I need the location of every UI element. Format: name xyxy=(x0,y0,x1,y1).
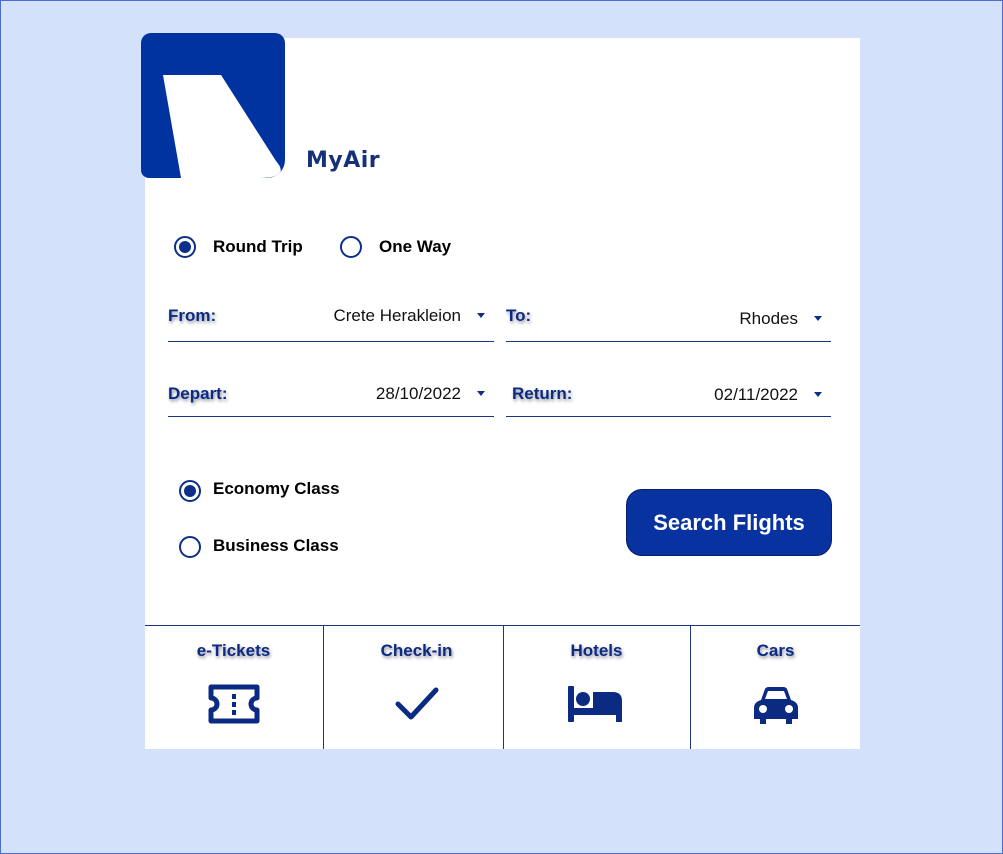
round-trip-radio[interactable]: Round Trip xyxy=(174,236,303,258)
airline-logo xyxy=(141,33,285,178)
dropdown-arrow-icon xyxy=(814,316,822,321)
checkmark-icon xyxy=(395,687,438,720)
tab-label: e-Tickets xyxy=(196,641,271,660)
tab-label: Hotels xyxy=(570,641,623,660)
tab-label: Check-in xyxy=(380,641,453,660)
tab-e-tickets[interactable]: e-Tickets xyxy=(145,626,323,749)
round-trip-label: Round Trip xyxy=(213,237,303,256)
bottom-nav: e-Tickets Check-in Hotels Cars xyxy=(145,625,860,749)
tab-label: Cars xyxy=(756,641,795,660)
tab-hotels[interactable]: Hotels xyxy=(503,626,690,749)
tab-check-in[interactable]: Check-in xyxy=(323,626,503,749)
bed-icon xyxy=(568,686,622,722)
return-date-select[interactable]: Return: 02/11/2022 xyxy=(506,373,831,417)
from-label: From: xyxy=(168,306,217,325)
car-icon xyxy=(753,687,798,724)
depart-date-select[interactable]: Depart: 28/10/2022 xyxy=(168,373,494,417)
tab-cars[interactable]: Cars xyxy=(690,626,860,749)
dropdown-arrow-icon xyxy=(477,313,485,318)
depart-value: 28/10/2022 xyxy=(375,384,461,403)
dropdown-arrow-icon xyxy=(814,392,822,397)
return-value: 02/11/2022 xyxy=(714,385,798,404)
dropdown-arrow-icon xyxy=(477,391,485,396)
to-select[interactable]: To: Rhodes xyxy=(506,298,831,342)
from-select[interactable]: From: Crete Herakleion xyxy=(168,298,494,342)
radio-selected-icon xyxy=(174,236,196,258)
business-class-radio[interactable]: Business Class xyxy=(179,536,339,558)
to-value: Rhodes xyxy=(739,309,798,328)
ticket-icon xyxy=(208,684,260,724)
radio-unselected-icon xyxy=(179,536,201,558)
radio-unselected-icon xyxy=(340,236,362,258)
one-way-radio[interactable]: One Way xyxy=(340,236,451,258)
depart-label: Depart: xyxy=(168,384,228,403)
economy-class-radio[interactable]: Economy Class xyxy=(179,479,340,502)
to-label: To: xyxy=(506,306,532,325)
business-class-label: Business Class xyxy=(213,536,339,555)
one-way-label: One Way xyxy=(379,237,452,256)
brand-name: MyAir xyxy=(306,148,381,173)
return-label: Return: xyxy=(512,384,573,403)
radio-selected-icon xyxy=(179,480,201,502)
tail-fin-icon xyxy=(163,75,281,178)
search-flights-button[interactable]: Search Flights xyxy=(626,489,832,556)
from-value: Crete Herakleion xyxy=(333,306,461,325)
economy-class-label: Economy Class xyxy=(213,479,340,498)
